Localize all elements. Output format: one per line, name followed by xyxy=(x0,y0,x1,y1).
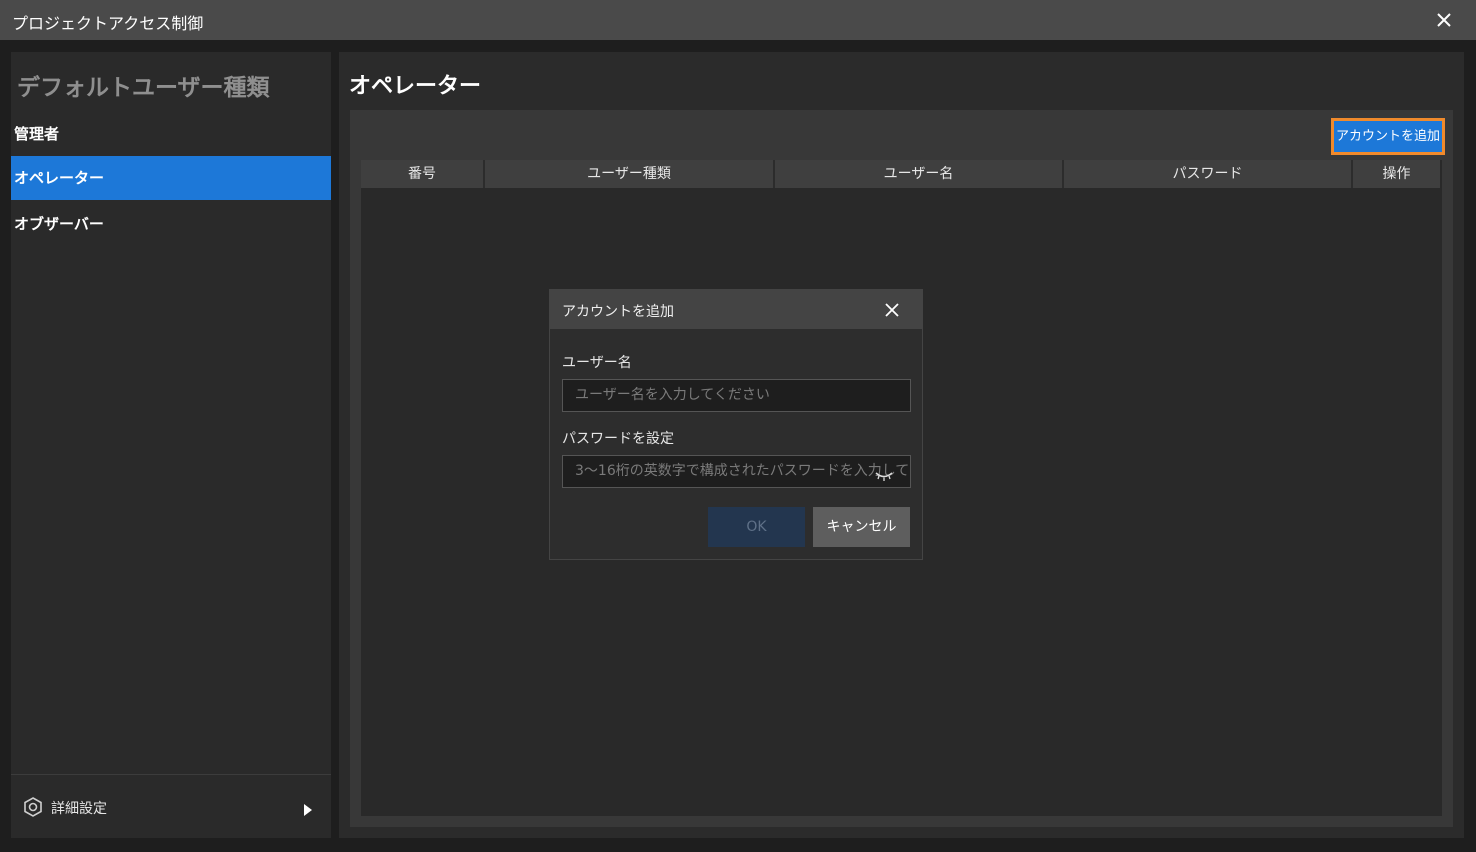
add-account-button[interactable]: アカウントを追加 xyxy=(1331,118,1445,155)
sidebar-item-operator[interactable]: オペレーター xyxy=(11,156,331,200)
gear-icon xyxy=(23,797,43,817)
column-header-username: ユーザー名 xyxy=(775,160,1064,188)
password-input[interactable]: 3～16桁の英数字で構成されたパスワードを入力してください xyxy=(562,455,911,488)
dialog-title: アカウントを追加 xyxy=(562,304,674,320)
title-bar: プロジェクトアクセス制御 xyxy=(0,0,1476,40)
dialog-header: アカウントを追加 xyxy=(550,290,922,329)
username-input[interactable]: ユーザー名を入力してください xyxy=(562,379,911,412)
close-icon[interactable] xyxy=(883,301,901,319)
sidebar-item-admin[interactable]: 管理者 xyxy=(11,112,331,156)
page-title: オペレーター xyxy=(349,74,482,99)
password-label: パスワードを設定 xyxy=(562,431,674,447)
close-icon[interactable] xyxy=(1432,8,1456,32)
sidebar-item-observer[interactable]: オブザーバー xyxy=(11,202,331,246)
sidebar: デフォルトユーザー種類 管理者 オペレーター オブザーバー 詳細設定 xyxy=(11,52,331,838)
add-account-dialog: アカウントを追加 ユーザー名 ユーザー名を入力してください パスワードを設定 3… xyxy=(549,289,923,560)
column-header-password: パスワード xyxy=(1064,160,1353,188)
username-label: ユーザー名 xyxy=(562,355,632,371)
caret-right-icon xyxy=(303,801,313,816)
column-header-user-type: ユーザー種類 xyxy=(485,160,775,188)
column-header-actions: 操作 xyxy=(1382,166,1411,182)
column-header-number: 番号 xyxy=(361,160,485,188)
advanced-settings-label: 詳細設定 xyxy=(51,801,107,817)
sidebar-heading: デフォルトユーザー種類 xyxy=(17,75,270,101)
cancel-button[interactable]: キャンセル xyxy=(813,507,910,547)
hide-password-icon[interactable] xyxy=(874,467,894,481)
advanced-settings[interactable]: 詳細設定 xyxy=(11,774,331,839)
ok-button[interactable]: OK xyxy=(708,507,805,547)
window-title: プロジェクトアクセス制御 xyxy=(12,14,204,33)
table-header: 番号 ユーザー種類 ユーザー名 パスワード 操作 xyxy=(361,160,1440,188)
